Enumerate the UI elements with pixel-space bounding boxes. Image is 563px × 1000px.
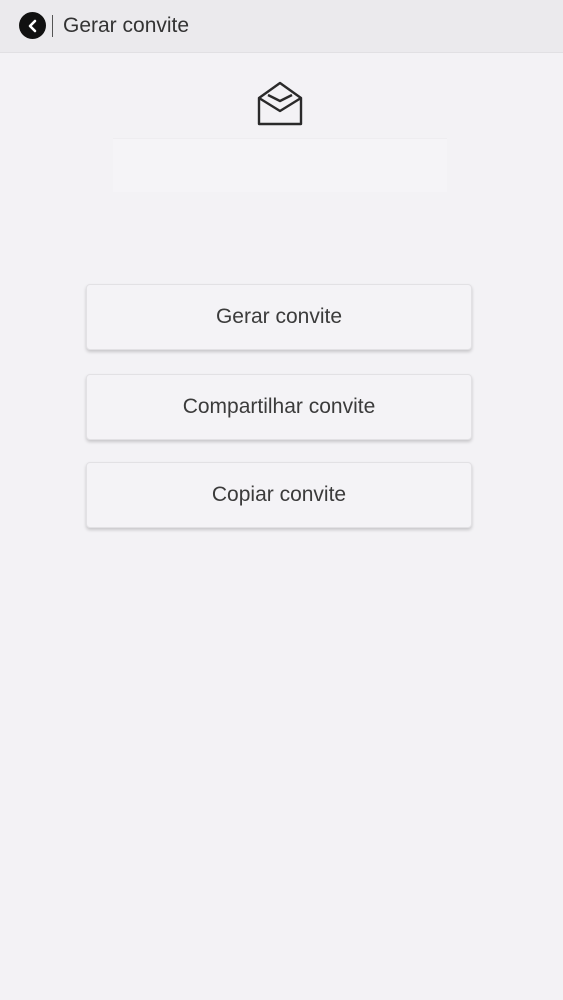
app-header: Gerar convite [0,0,563,53]
open-envelope-icon [257,81,303,126]
back-button[interactable] [19,12,46,39]
generate-invite-button[interactable]: Gerar convite [86,284,472,350]
header-divider [52,15,53,37]
copy-invite-button[interactable]: Copiar convite [86,462,472,528]
page-title: Gerar convite [63,14,190,37]
chevron-left-icon [28,19,36,32]
share-invite-button[interactable]: Compartilhar convite [86,374,472,440]
invite-code-display [113,138,447,192]
